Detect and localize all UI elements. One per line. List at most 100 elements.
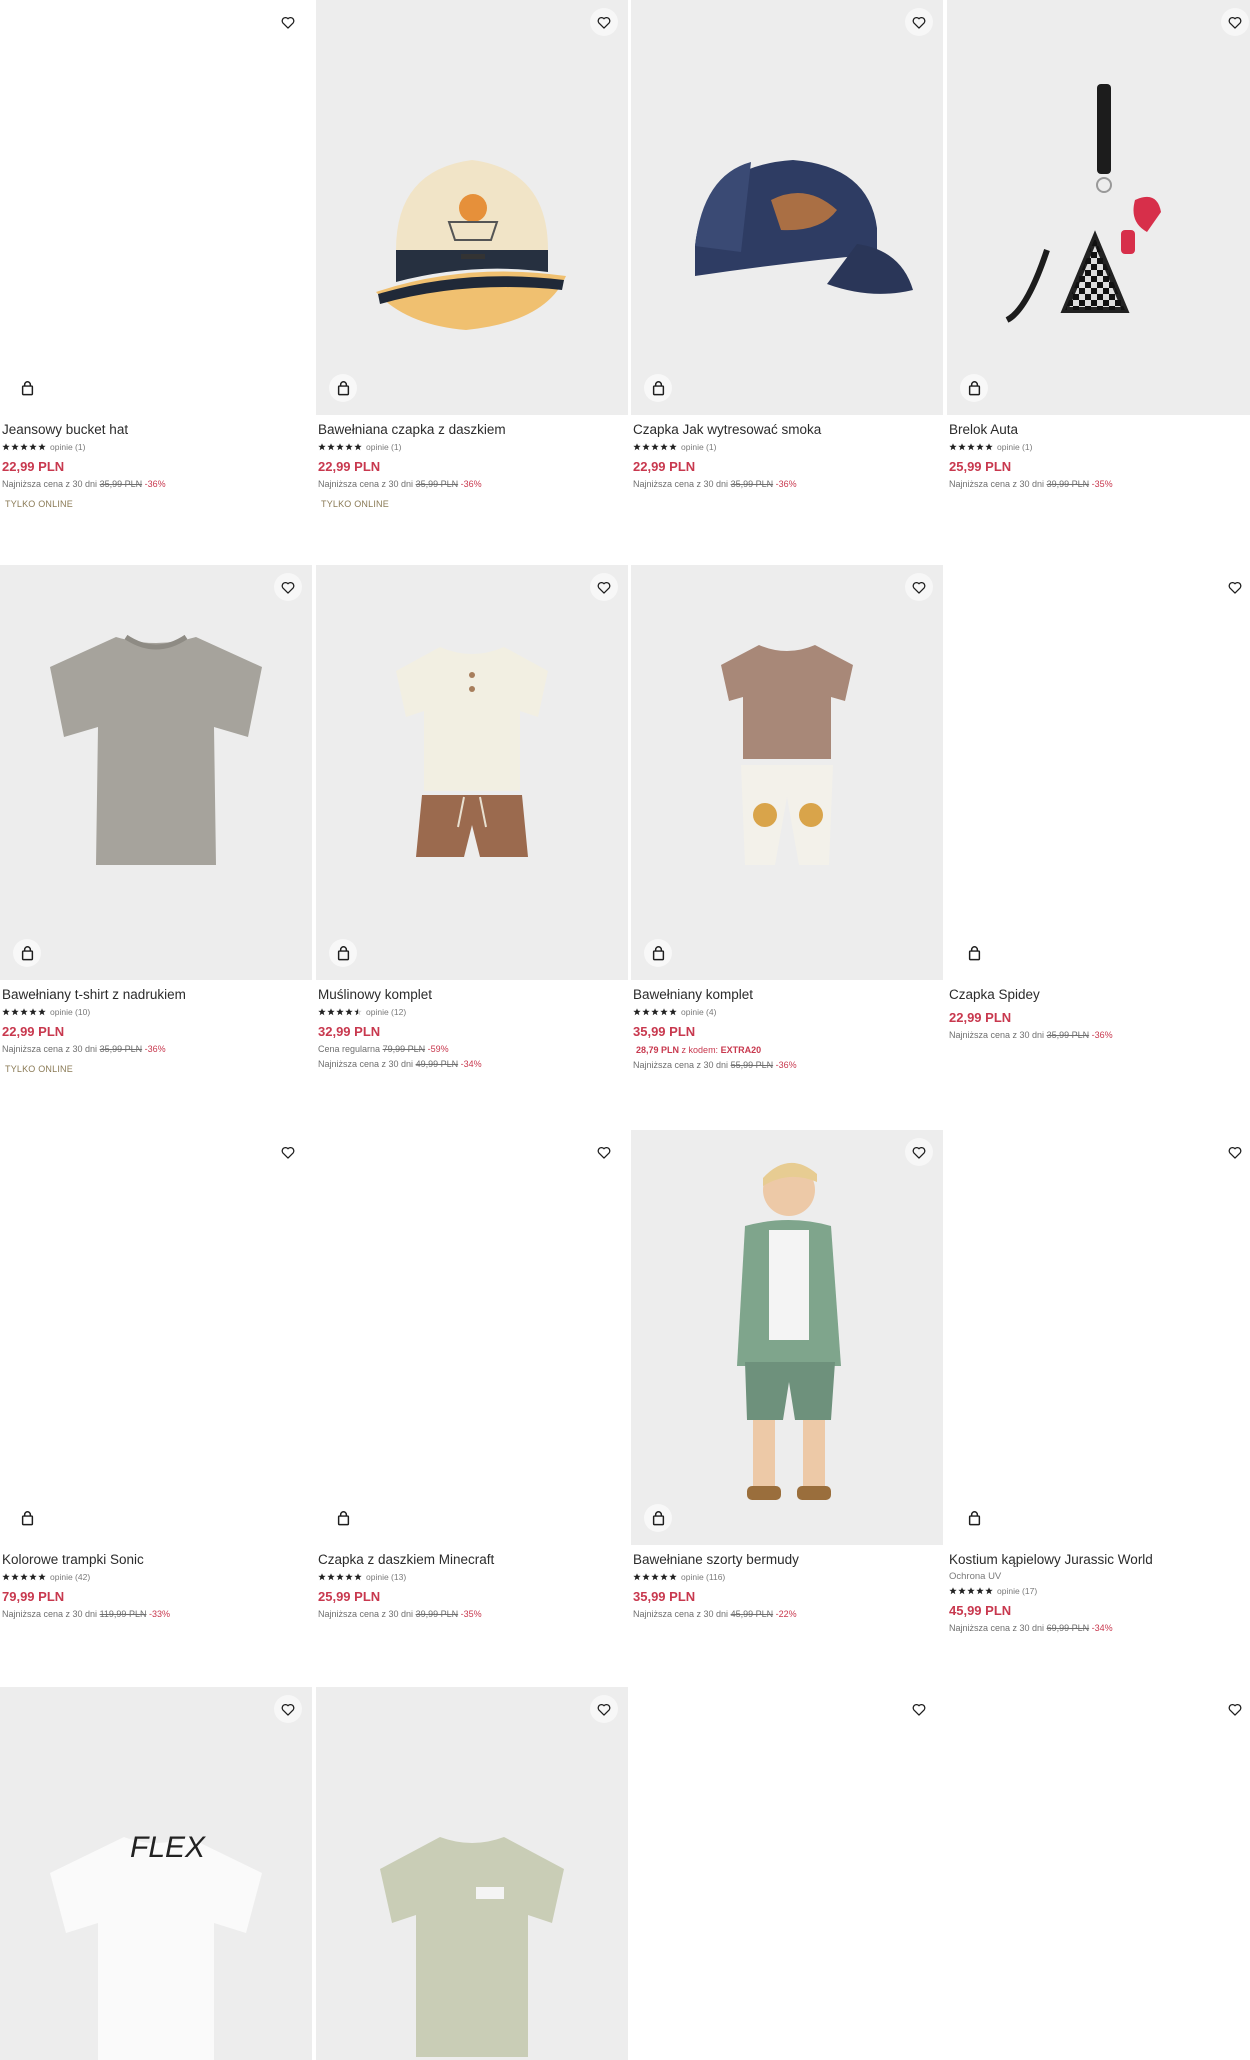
heart-icon[interactable] (905, 573, 933, 601)
star-icon (345, 1008, 353, 1016)
product-name[interactable]: Bawełniany komplet (633, 986, 941, 1004)
product-rating[interactable]: opinie (1) (949, 441, 1250, 453)
heart-icon[interactable] (905, 1695, 933, 1723)
star-icon (29, 1008, 37, 1016)
shopping-bag-icon[interactable] (960, 374, 988, 402)
product-info: Bawełniana czapka z daszkiem opinie (1) 22… (318, 421, 626, 509)
star-icon (2, 1008, 10, 1016)
lowest-price-30-days: Najniższa cena z 30 dni 35,99 PLN -36% (318, 479, 482, 489)
star-rating (2, 1008, 46, 1016)
heart-icon[interactable] (274, 1138, 302, 1166)
heart-icon[interactable] (274, 8, 302, 36)
product-image[interactable] (631, 1130, 943, 1545)
review-count: opinie (4) (681, 1007, 717, 1017)
heart-icon[interactable] (590, 573, 618, 601)
product-image[interactable] (316, 1687, 628, 2060)
heart-icon[interactable] (590, 8, 618, 36)
star-icon (967, 1587, 975, 1595)
shopping-bag-icon[interactable] (329, 374, 357, 402)
product-name[interactable]: Muślinowy komplet (318, 986, 626, 1004)
product-image[interactable] (316, 0, 628, 415)
product-name[interactable]: Jeansowy bucket hat (2, 421, 310, 439)
product-rating[interactable]: opinie (4) (633, 1006, 941, 1018)
product-name[interactable]: Bawełniane szorty bermudy (633, 1551, 941, 1569)
star-icon (327, 1573, 335, 1581)
product-rating[interactable]: opinie (42) (2, 1571, 310, 1583)
star-icon (29, 1573, 37, 1581)
regular-price: Cena regularna 79,99 PLN -59% (318, 1044, 449, 1054)
heart-icon[interactable] (590, 1695, 618, 1723)
heart-icon[interactable] (590, 1138, 618, 1166)
heart-icon[interactable] (905, 8, 933, 36)
heart-icon[interactable] (274, 1695, 302, 1723)
product-image[interactable] (316, 1130, 628, 1545)
product-rating[interactable]: opinie (1) (2, 441, 310, 453)
star-rating (318, 443, 362, 451)
product-rating[interactable]: opinie (1) (633, 441, 941, 453)
shopping-bag-icon[interactable] (329, 1504, 357, 1532)
shopping-bag-icon[interactable] (13, 939, 41, 967)
star-rating (318, 1573, 362, 1581)
product-rating[interactable]: opinie (13) (318, 1571, 626, 1583)
shopping-bag-icon[interactable] (13, 1504, 41, 1532)
product-image[interactable] (0, 565, 312, 980)
star-icon (660, 1573, 668, 1581)
shopping-bag-icon[interactable] (644, 939, 672, 967)
product-rating[interactable]: opinie (12) (318, 1006, 626, 1018)
shopping-bag-icon[interactable] (13, 374, 41, 402)
product-info: Kostium kąpielowy Jurassic World Ochrona … (949, 1551, 1250, 1634)
product-name[interactable]: Czapka Spidey (949, 986, 1250, 1004)
product-price: 25,99 PLN (318, 1589, 381, 1604)
product-image[interactable] (947, 1687, 1250, 2060)
star-icon (2, 1573, 10, 1581)
product-name[interactable]: Kostium kąpielowy Jurassic World (949, 1551, 1250, 1569)
product-rating[interactable]: opinie (17) (949, 1585, 1250, 1597)
star-icon (651, 1573, 659, 1581)
star-rating (633, 1573, 677, 1581)
heart-icon[interactable] (1221, 1138, 1249, 1166)
product-image[interactable] (0, 1130, 312, 1545)
product-image[interactable] (947, 0, 1250, 415)
product-image[interactable] (631, 1687, 943, 2060)
lowest-price-30-days: Najniższa cena z 30 dni 35,99 PLN -36% (633, 479, 797, 489)
heart-icon[interactable] (905, 1138, 933, 1166)
product-image[interactable] (316, 565, 628, 980)
star-icon (345, 1573, 353, 1581)
product-name[interactable]: Czapka Jak wytresować smoka (633, 421, 941, 439)
product-image[interactable] (0, 0, 312, 415)
review-count: opinie (10) (50, 1007, 91, 1017)
star-icon (20, 1573, 28, 1581)
shopping-bag-icon[interactable] (329, 939, 357, 967)
star-icon (633, 443, 641, 451)
star-icon (11, 443, 19, 451)
product-rating[interactable]: opinie (1) (318, 441, 626, 453)
star-icon (29, 443, 37, 451)
product-name[interactable]: Czapka z daszkiem Minecraft (318, 1551, 626, 1569)
product-name[interactable]: Bawełniana czapka z daszkiem (318, 421, 626, 439)
star-icon (318, 1573, 326, 1581)
shopping-bag-icon[interactable] (960, 939, 988, 967)
heart-icon[interactable] (1221, 8, 1249, 36)
star-icon (660, 443, 668, 451)
product-info: Bawełniane szorty bermudy opinie (116) 35,… (633, 1551, 941, 1620)
product-name[interactable]: Kolorowe trampki Sonic (2, 1551, 310, 1569)
star-icon (633, 1008, 641, 1016)
product-image[interactable] (631, 565, 943, 980)
shopping-bag-icon[interactable] (644, 374, 672, 402)
heart-icon[interactable] (274, 573, 302, 601)
shopping-bag-icon[interactable] (960, 1504, 988, 1532)
product-image[interactable] (631, 0, 943, 415)
product-rating[interactable]: opinie (10) (2, 1006, 310, 1018)
star-icon (327, 1008, 335, 1016)
product-image[interactable] (947, 565, 1250, 980)
product-price: 22,99 PLN (318, 459, 381, 474)
heart-icon[interactable] (1221, 573, 1249, 601)
star-icon (354, 443, 362, 451)
product-rating[interactable]: opinie (116) (633, 1571, 941, 1583)
product-image[interactable] (947, 1130, 1250, 1545)
product-image[interactable]: FLEX (0, 1687, 312, 2060)
product-name[interactable]: Brelok Auta (949, 421, 1250, 439)
shopping-bag-icon[interactable] (644, 1504, 672, 1532)
heart-icon[interactable] (1221, 1695, 1249, 1723)
product-name[interactable]: Bawełniany t-shirt z nadrukiem (2, 986, 310, 1004)
